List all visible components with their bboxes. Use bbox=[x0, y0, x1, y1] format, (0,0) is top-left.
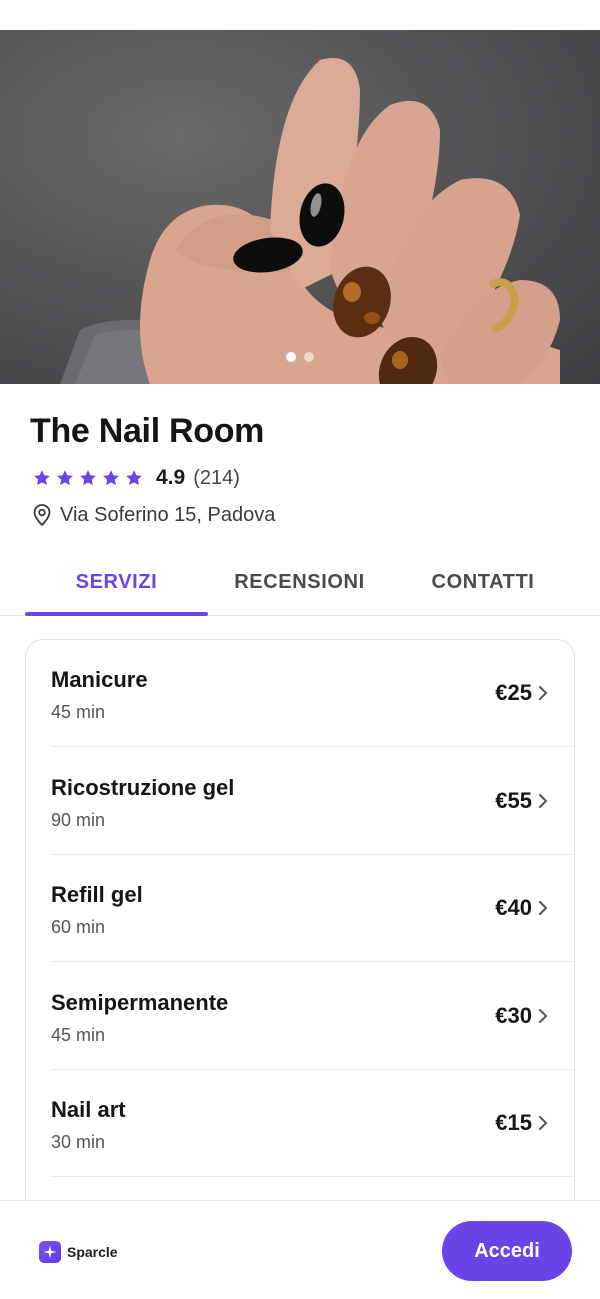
service-duration: 45 min bbox=[51, 1024, 106, 1045]
shop-name: The Nail Room bbox=[30, 412, 265, 450]
chevron-right-icon bbox=[539, 901, 547, 915]
star-icon bbox=[126, 470, 142, 486]
tab-contatti[interactable]: CONTATTI bbox=[391, 550, 575, 614]
tab-bar: SERVIZI RECENSIONI CONTATTI bbox=[0, 550, 600, 616]
rating-value: 4.9 bbox=[156, 466, 186, 489]
salon-page: The Nail Room 4.9 (214) Via Soferino 15,… bbox=[0, 0, 600, 1299]
map-pin-icon bbox=[33, 504, 51, 527]
carousel-indicator[interactable] bbox=[0, 352, 600, 362]
service-price: €25 bbox=[495, 680, 532, 705]
star-icon bbox=[80, 470, 96, 486]
chevron-right-icon bbox=[539, 686, 547, 700]
service-duration: 90 min bbox=[51, 809, 106, 830]
service-duration: 30 min bbox=[51, 1132, 106, 1152]
star-icon bbox=[34, 470, 50, 486]
services-list: Manicure 45 min €25 Ricostruzione gel 90 min… bbox=[25, 639, 575, 1279]
star-rating bbox=[32, 468, 144, 488]
service-name: Ricostruzione gel bbox=[51, 774, 235, 800]
service-name: Manicure bbox=[51, 667, 148, 692]
star-icon bbox=[57, 470, 73, 486]
carousel-dot[interactable] bbox=[304, 352, 314, 362]
chevron-right-icon bbox=[539, 1116, 547, 1130]
address-row[interactable]: Via Soferino 15, Padova bbox=[32, 503, 275, 527]
chevron-right-icon bbox=[539, 793, 547, 808]
service-price: €30 bbox=[495, 1002, 532, 1028]
service-name: Semipermanente bbox=[51, 989, 229, 1015]
service-price: €15 bbox=[495, 1110, 532, 1135]
carousel-dot[interactable] bbox=[286, 352, 296, 362]
brand-name: Sparcle bbox=[67, 1244, 118, 1260]
review-count: (214) bbox=[193, 466, 240, 489]
brand[interactable]: Sparcle bbox=[39, 1241, 118, 1263]
service-row[interactable]: Nail art 30 min €15 bbox=[51, 1070, 574, 1177]
shop-address: Via Soferino 15, Padova bbox=[60, 503, 276, 526]
service-row[interactable]: Refill gel 60 min €40 bbox=[51, 855, 574, 962]
service-price: €40 bbox=[495, 895, 532, 920]
service-name: Nail art bbox=[51, 1097, 126, 1122]
rating-row[interactable]: 4.9 (214) bbox=[32, 466, 240, 490]
hero-photo[interactable] bbox=[0, 30, 600, 384]
service-row[interactable]: Manicure 45 min €25 bbox=[51, 640, 574, 747]
service-row[interactable]: Ricostruzione gel 90 min €55 bbox=[51, 748, 574, 855]
service-duration: 45 min bbox=[51, 702, 106, 722]
chevron-right-icon bbox=[539, 1008, 547, 1023]
tab-recensioni[interactable]: RECENSIONI bbox=[208, 550, 391, 614]
service-row[interactable]: Semipermanente 45 min €30 bbox=[51, 963, 574, 1070]
service-price: €55 bbox=[495, 787, 532, 813]
service-name: Refill gel bbox=[51, 882, 143, 907]
service-duration: 60 min bbox=[51, 917, 106, 937]
sparkle-icon bbox=[39, 1241, 61, 1263]
active-tab-indicator bbox=[25, 612, 208, 616]
bottom-bar: Sparcle Accedi bbox=[0, 1200, 600, 1299]
login-button[interactable]: Accedi bbox=[442, 1221, 572, 1281]
star-icon bbox=[103, 470, 119, 486]
tab-servizi[interactable]: SERVIZI bbox=[25, 550, 208, 614]
hand-with-nails-illustration bbox=[60, 58, 560, 384]
